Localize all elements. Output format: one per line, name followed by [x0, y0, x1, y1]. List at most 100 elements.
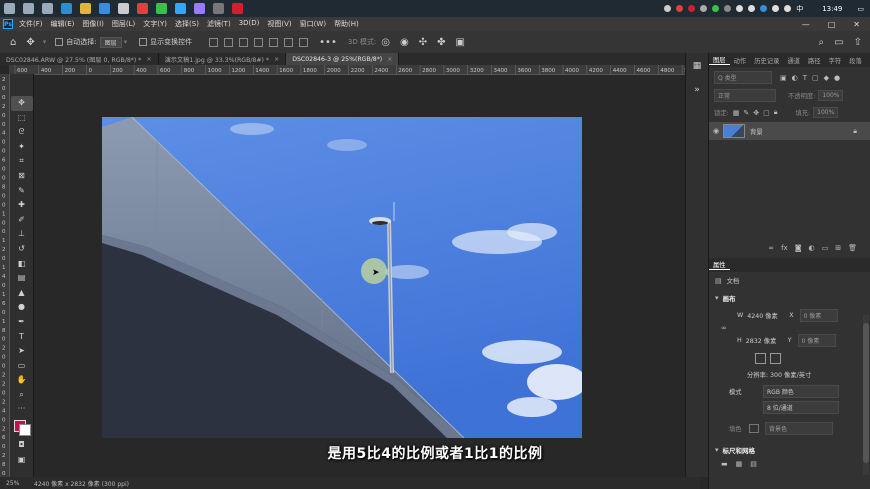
3d-orbit-icon[interactable]: ◎: [381, 37, 390, 48]
menu-item[interactable]: 滤镜(T): [207, 19, 231, 29]
menu-item[interactable]: 图层(L): [112, 19, 135, 29]
tab-channels[interactable]: 通道: [783, 56, 804, 65]
type-tool-icon[interactable]: T: [11, 330, 33, 345]
clock[interactable]: 13:49: [822, 5, 842, 13]
photoshop-icon[interactable]: [175, 3, 186, 14]
crop-tool-icon[interactable]: ⌗: [11, 154, 33, 169]
close-icon[interactable]: ×: [387, 56, 392, 63]
show-transform-checkbox[interactable]: [139, 38, 150, 46]
tray-icon[interactable]: [760, 5, 768, 12]
filter-pixel-icon[interactable]: ▣: [780, 74, 787, 82]
zoom-tool-icon[interactable]: ⌕: [11, 388, 33, 403]
new-group-icon[interactable]: ▭: [822, 244, 829, 252]
layer-filter-input[interactable]: Q 类型: [714, 71, 772, 84]
landscape-orientation-button[interactable]: [770, 353, 781, 364]
tab-layers[interactable]: 图层: [709, 55, 730, 65]
app-icon[interactable]: [118, 3, 129, 14]
history-icon[interactable]: ▦: [686, 61, 708, 71]
3d-scale-icon[interactable]: ▣: [456, 37, 465, 48]
tray-icon[interactable]: [784, 5, 792, 12]
menu-item[interactable]: 文字(Y): [143, 19, 167, 29]
align-left-icon[interactable]: [209, 37, 219, 47]
tab-presentation-jpg[interactable]: 演示文稿1.jpg @ 33.3%(RGB/8#) * ×: [159, 53, 287, 65]
lock-all-icon[interactable]: 🔒︎: [774, 108, 778, 117]
hand-tool-icon[interactable]: ✋: [11, 373, 33, 388]
tray-icon[interactable]: [772, 5, 780, 12]
auto-select-checkbox[interactable]: [55, 38, 66, 46]
guides-icon[interactable]: ▤: [750, 460, 757, 468]
tray-icon[interactable]: [748, 5, 756, 12]
fill-color-swatch[interactable]: [749, 424, 759, 433]
zoom-level[interactable]: 25%: [6, 480, 28, 487]
lock-brush-icon[interactable]: ✎: [743, 109, 749, 117]
layer-row-background[interactable]: ◉ 背景 🔒︎: [709, 122, 870, 140]
tab-actions[interactable]: 动作: [730, 56, 751, 65]
filter-smart-icon[interactable]: ◆: [824, 74, 829, 82]
move-tool-icon[interactable]: ✥: [26, 37, 34, 48]
more-tools-icon[interactable]: ···: [11, 402, 33, 417]
bit-depth-dropdown[interactable]: 8 位/通道: [763, 401, 839, 414]
app-red-icon[interactable]: [232, 3, 243, 14]
close-button[interactable]: ✕: [853, 20, 860, 29]
collapse-icon[interactable]: »: [686, 85, 708, 95]
filter-toggle-icon[interactable]: ●: [834, 74, 840, 82]
3d-slide-icon[interactable]: ✤: [437, 37, 445, 48]
magic-wand-icon[interactable]: ✦: [11, 140, 33, 155]
adjustment-layer-icon[interactable]: ◐: [809, 244, 815, 252]
portrait-orientation-button[interactable]: [755, 353, 766, 364]
app-icon[interactable]: [213, 3, 224, 14]
file-explorer-icon[interactable]: [80, 3, 91, 14]
tray-icon[interactable]: [712, 5, 720, 12]
store-icon[interactable]: [99, 3, 110, 14]
tray-icon[interactable]: [664, 5, 672, 12]
more-options-icon[interactable]: •••: [319, 37, 337, 48]
link-dimensions-icon[interactable]: ∞: [721, 324, 737, 332]
ime-indicator[interactable]: 中: [796, 4, 803, 14]
height-input[interactable]: 2832 像素: [746, 336, 782, 345]
frame-tool-icon[interactable]: ⊠: [11, 169, 33, 184]
fill-color-dropdown[interactable]: 背景色: [765, 422, 833, 435]
filter-shape-icon[interactable]: ▢: [812, 74, 819, 82]
premiere-icon[interactable]: [194, 3, 205, 14]
windows-start-icon[interactable]: [4, 3, 15, 14]
task-view-icon[interactable]: [42, 3, 53, 14]
tray-icon[interactable]: [724, 5, 732, 12]
home-icon[interactable]: ⌂: [10, 37, 16, 48]
blur-tool-icon[interactable]: ▲: [11, 286, 33, 301]
lasso-tool-icon[interactable]: ᘓ: [11, 125, 33, 140]
edge-icon[interactable]: [61, 3, 72, 14]
tab-paragraph[interactable]: 段落: [845, 56, 866, 65]
marquee-tool-icon[interactable]: ⬚: [11, 111, 33, 126]
add-mask-icon[interactable]: ◙: [795, 244, 802, 252]
notification-icon[interactable]: ▭: [857, 5, 864, 13]
minimize-button[interactable]: —: [802, 20, 810, 29]
close-icon[interactable]: ×: [274, 56, 279, 63]
move-tool-icon[interactable]: ✥: [10, 96, 33, 111]
gradient-tool-icon[interactable]: ▤: [11, 271, 33, 286]
menu-item[interactable]: 编辑(E): [51, 19, 75, 29]
path-select-icon[interactable]: ➤: [11, 344, 33, 359]
opacity-input[interactable]: 100%: [818, 90, 844, 101]
layer-name[interactable]: 背景: [750, 127, 763, 136]
distribute-icon[interactable]: [299, 37, 309, 47]
filter-type-icon[interactable]: T: [803, 74, 807, 82]
tab-dsc02846-3[interactable]: DSC02846-3 @ 25%(RGB/8*) ×: [286, 53, 400, 65]
3d-pan-icon[interactable]: ✣: [419, 37, 427, 48]
3d-roll-icon[interactable]: ◉: [400, 37, 409, 48]
ruler-icon[interactable]: ▬: [721, 460, 728, 468]
color-swatches[interactable]: [13, 420, 31, 437]
auto-select-dropdown[interactable]: 图层: [99, 36, 122, 48]
menu-item[interactable]: 帮助(H): [334, 19, 359, 29]
tab-character[interactable]: 字符: [825, 56, 846, 65]
eraser-icon[interactable]: ◧: [11, 257, 33, 272]
lock-artboard-icon[interactable]: ▢: [763, 109, 770, 117]
menu-item[interactable]: 3D(D): [239, 19, 260, 29]
menu-item[interactable]: 图像(I): [82, 19, 104, 29]
visibility-eye-icon[interactable]: ◉: [713, 127, 719, 135]
eyedropper-icon[interactable]: ✎: [11, 184, 33, 199]
search-icon[interactable]: [23, 3, 34, 14]
brush-tool-icon[interactable]: ✐: [11, 213, 33, 228]
align-top-icon[interactable]: [254, 37, 264, 47]
delete-layer-icon[interactable]: 🗑︎: [848, 244, 857, 252]
align-middle-icon[interactable]: [269, 37, 279, 47]
